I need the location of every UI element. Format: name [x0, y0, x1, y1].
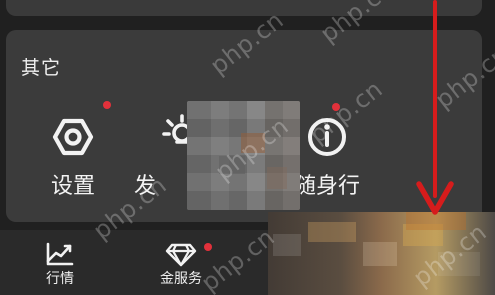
blurred-overlay: [187, 101, 300, 210]
settings-menu-item[interactable]: 设置: [27, 101, 119, 203]
gold-notification-dot: [204, 243, 212, 251]
travel-notification-dot: [332, 103, 340, 111]
top-card-fragment: [6, 0, 482, 16]
tab-quotes-label: 行情: [46, 271, 74, 287]
tab-quotes[interactable]: 行情: [20, 238, 100, 290]
tab-gold-label: 金服务: [160, 271, 202, 287]
info-circle-icon: [301, 111, 353, 163]
section-title-other: 其它: [21, 57, 62, 79]
diamond-icon: [164, 238, 198, 268]
blurred-thumbnail: [268, 212, 495, 295]
hexagon-gear-icon: [47, 111, 99, 163]
app-screen: 其它 设置 发 随身行 行情 金服务 php.cn php.cn php.cn …: [0, 0, 495, 295]
settings-notification-dot: [103, 101, 111, 109]
tab-gold-service[interactable]: 金服务: [141, 238, 221, 290]
trend-chart-icon: [43, 238, 77, 268]
settings-label: 设置: [50, 174, 95, 199]
red-annotation-arrow-line: [433, 0, 437, 198]
red-annotation-arrow-head: [416, 181, 454, 215]
